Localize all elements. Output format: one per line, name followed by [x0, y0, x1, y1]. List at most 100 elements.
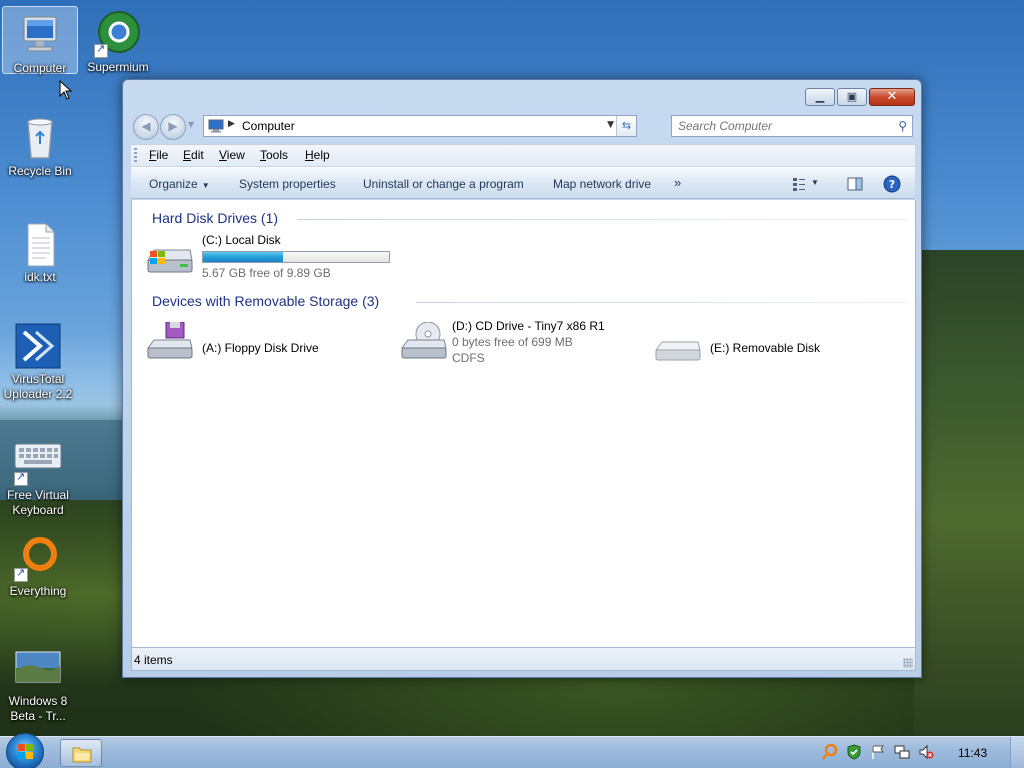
- address-dropdown-icon[interactable]: ▼: [607, 120, 614, 130]
- menu-bar: File Edit View Tools Help: [131, 144, 915, 166]
- help-icon[interactable]: ?: [883, 175, 901, 193]
- folder-icon: [72, 747, 92, 763]
- shortcut-arrow-icon: [14, 470, 28, 486]
- desktop-icon-supermium[interactable]: Supermium: [80, 6, 156, 75]
- navigation-bar: ◀ ▶ ▼ ▶ Computer ▼ ⇆ ⚲: [131, 112, 915, 140]
- shortcut-arrow-icon: [14, 566, 28, 582]
- disk-usage-bar: [202, 251, 390, 263]
- desktop-icon-label: VirusTotal Uploader 2.2: [3, 372, 73, 401]
- show-desktop-button[interactable]: [1010, 737, 1024, 768]
- desktop-icon-everything[interactable]: Everything: [0, 530, 76, 599]
- forward-button[interactable]: ▶: [160, 114, 186, 140]
- disk-usage-fill: [203, 252, 283, 262]
- drive-name: (E:) Removable Disk: [710, 341, 821, 355]
- more-commands-button[interactable]: »: [674, 175, 681, 190]
- desktop-icon-label: idk.txt: [24, 270, 56, 284]
- window-controls: ▁ ▣ ✕: [805, 88, 915, 106]
- search-input[interactable]: [678, 116, 878, 136]
- drive-free-space: 5.67 GB free of 9.89 GB: [202, 266, 331, 280]
- back-button[interactable]: ◀: [133, 114, 159, 140]
- network-icon[interactable]: [894, 744, 910, 760]
- volume-muted-icon[interactable]: [918, 744, 934, 760]
- forward-arrow-icon: ▶: [168, 119, 178, 133]
- search-tray-icon[interactable]: [822, 744, 838, 760]
- desktop-wallpaper-cliff: [914, 250, 1024, 736]
- search-box[interactable]: ⚲: [671, 115, 913, 137]
- drive-c-local-disk[interactable]: (C:) Local Disk 5.67 GB free of 9.89 GB: [146, 232, 426, 280]
- group-removable-storage[interactable]: Devices with Removable Storage (3): [152, 293, 379, 309]
- drive-e-removable[interactable]: (E:) Removable Disk: [654, 322, 854, 366]
- keyboard-icon: [14, 438, 62, 486]
- search-icon[interactable]: ⚲: [898, 119, 907, 133]
- refresh-button[interactable]: ⇆: [616, 116, 636, 136]
- maximize-button[interactable]: ▣: [837, 88, 867, 106]
- taskbar: 11:43: [0, 733, 1024, 768]
- minimize-button[interactable]: ▁: [805, 88, 835, 106]
- drive-name: (C:) Local Disk: [202, 233, 281, 247]
- desktop-icon-idk-txt[interactable]: idk.txt: [2, 216, 78, 285]
- desktop-icon-virustotal[interactable]: VirusTotal Uploader 2.2: [0, 318, 76, 402]
- explorer-window: ▁ ▣ ✕ ◀ ▶ ▼ ▶ Computer ▼ ⇆ ⚲: [122, 79, 922, 678]
- breadcrumb-chevron-icon[interactable]: ▶: [228, 119, 235, 129]
- desktop-icon-label: Free Virtual Keyboard: [7, 488, 69, 517]
- drive-free-space: 0 bytes free of 699 MB: [452, 335, 573, 349]
- group-divider: [298, 219, 908, 220]
- text-file-icon: [16, 220, 64, 268]
- virustotal-icon: [14, 322, 62, 370]
- computer-small-icon: [208, 119, 224, 133]
- start-button[interactable]: [6, 733, 44, 768]
- preview-pane-icon[interactable]: [846, 175, 864, 193]
- back-arrow-icon: ◀: [141, 119, 151, 133]
- cd-drive-icon: [401, 322, 447, 359]
- desktop-icon-label: Everything: [9, 584, 67, 598]
- taskbar-explorer-button[interactable]: [60, 739, 102, 767]
- minimize-icon: ▁: [815, 90, 825, 103]
- change-view-icon[interactable]: [791, 175, 809, 193]
- supermium-icon: [94, 10, 142, 58]
- drive-name: (A:) Floppy Disk Drive: [202, 341, 319, 355]
- drive-name: (D:) CD Drive - Tiny7 x86 R1: [452, 319, 605, 333]
- maximize-icon: ▣: [846, 90, 858, 103]
- breadcrumb-computer[interactable]: Computer: [242, 119, 295, 133]
- organize-label: Organize: [149, 177, 198, 191]
- menu-tools[interactable]: Tools: [260, 148, 288, 162]
- menu-help[interactable]: Help: [305, 148, 330, 162]
- resize-grip[interactable]: [903, 658, 913, 668]
- address-bar[interactable]: ▶ Computer ▼ ⇆: [203, 115, 637, 137]
- shortcut-arrow-icon: [94, 42, 108, 58]
- security-shield-icon[interactable]: [846, 744, 862, 760]
- view-options-dropdown-icon[interactable]: ▼: [811, 178, 819, 187]
- system-properties-button[interactable]: System properties: [239, 177, 336, 191]
- desktop-icon-computer[interactable]: Computer: [2, 6, 78, 75]
- map-network-drive-button[interactable]: Map network drive: [553, 177, 651, 191]
- desktop-icon-label: Windows 8 Beta - Tr...: [8, 694, 68, 723]
- drive-filesystem: CDFS: [452, 351, 485, 365]
- desktop: Computer Supermium Recycle Bin: [0, 0, 1024, 736]
- menu-grip: [134, 148, 137, 163]
- uninstall-program-button[interactable]: Uninstall or change a program: [363, 177, 524, 191]
- recent-pages-dropdown[interactable]: ▼: [188, 120, 194, 129]
- desktop-icon-label: Recycle Bin: [8, 164, 72, 178]
- menu-view[interactable]: View: [219, 148, 245, 162]
- drive-a-floppy[interactable]: (A:) Floppy Disk Drive: [146, 322, 376, 366]
- close-button[interactable]: ✕: [869, 88, 915, 106]
- taskbar-clock[interactable]: 11:43: [958, 746, 987, 760]
- desktop-icon-windows-8-beta[interactable]: Windows 8 Beta - Tr...: [0, 640, 76, 724]
- status-bar: 4 items: [131, 647, 916, 671]
- menu-edit[interactable]: Edit: [183, 148, 204, 162]
- group-hard-disk-drives[interactable]: Hard Disk Drives (1): [152, 210, 278, 226]
- mouse-cursor-icon: [59, 80, 73, 100]
- organize-button[interactable]: Organize ▼: [149, 177, 210, 191]
- menu-file[interactable]: File: [149, 148, 168, 162]
- windows-logo-icon: [18, 744, 33, 759]
- image-thumbnail-icon: [14, 644, 62, 692]
- action-center-flag-icon[interactable]: [870, 744, 886, 760]
- desktop-icon-label: Supermium: [87, 60, 149, 74]
- desktop-icon-recycle-bin[interactable]: Recycle Bin: [2, 110, 78, 179]
- drive-d-cd[interactable]: (D:) CD Drive - Tiny7 x86 R1 0 bytes fre…: [400, 318, 640, 368]
- hard-disk-icon: [147, 249, 193, 273]
- chevron-down-icon: ▼: [201, 181, 210, 190]
- group-divider: [416, 302, 908, 303]
- desktop-icon-free-virtual-keyboard[interactable]: Free Virtual Keyboard: [0, 434, 76, 518]
- desktop-icon-label: Computer: [13, 61, 67, 75]
